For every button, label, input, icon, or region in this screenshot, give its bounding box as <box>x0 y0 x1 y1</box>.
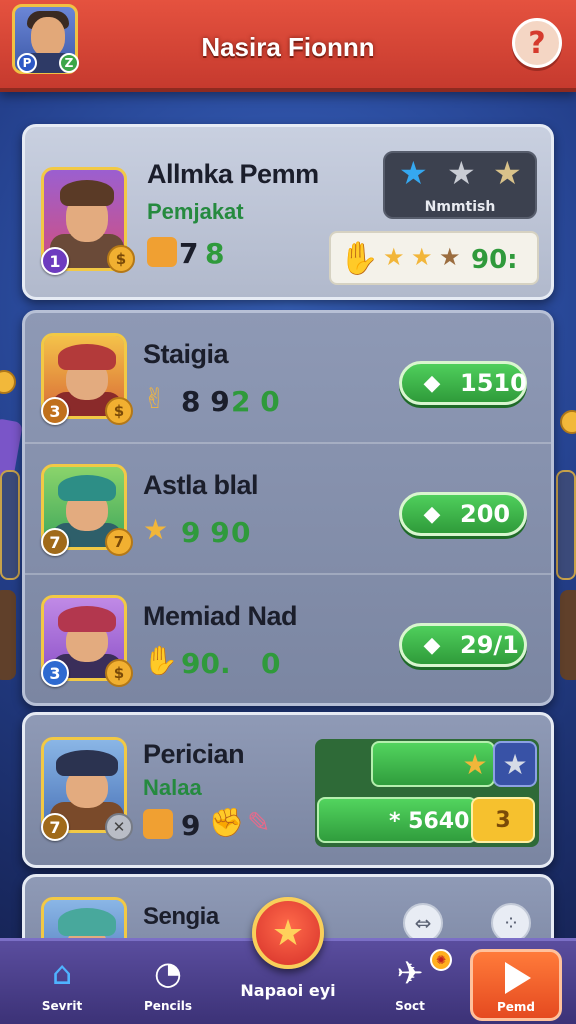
swap-icon[interactable]: ⇔ <box>403 903 443 943</box>
bottom-nav: ⌂ Sevrit ◔ Pencils ★ Napaoi eyi ✈ Soct ✺… <box>0 897 576 1024</box>
star-icon: ★ <box>271 912 305 954</box>
gift-button[interactable]: ◆ 29/1 <box>399 623 527 667</box>
player-name: Allmka Pemm <box>147 159 319 189</box>
player-name: Staigia <box>143 339 229 369</box>
star-icon: ★ <box>493 741 537 787</box>
diamond-icon: ◆ <box>423 501 441 527</box>
nav-label: Sevrit <box>41 999 83 1013</box>
star-icon: ★ <box>493 154 522 192</box>
score-value: 90: <box>471 245 518 275</box>
bar-value: * 5640 <box>389 809 470 834</box>
button-label: 200 <box>460 500 511 528</box>
featured-player-card[interactable]: 1 $ Allmka Pemm Pemjakat 7 8 ★ ★ ★ Nmmti… <box>22 124 554 300</box>
home-icon: ⌂ <box>51 954 73 992</box>
nav-home[interactable]: ⌂ Sevrit <box>22 941 102 1024</box>
decor-coin <box>0 370 16 394</box>
stat-value-green: 0 <box>261 647 281 680</box>
level-badge: 3 <box>41 659 69 687</box>
decor-chest <box>560 590 576 680</box>
nav-timer[interactable]: ◔ Pencils <box>128 941 208 1024</box>
page-title: Nasira Fionnn <box>201 32 375 62</box>
star-icon: ★ <box>143 513 169 546</box>
coin-badge[interactable]: 3 <box>471 797 535 843</box>
stat-value: 9 <box>181 809 201 842</box>
stat-value-green: 8 <box>205 237 225 270</box>
list-item[interactable]: 3 $ Staigia ✌ 8 9 2 0 ◆ 1510 <box>25 313 551 444</box>
help-button[interactable]: ? <box>512 18 562 68</box>
play-button[interactable]: Pemd <box>470 949 562 1021</box>
tools-icon: ✕ <box>105 813 133 841</box>
diamond-icon: ◆ <box>423 370 441 396</box>
list-item[interactable]: 7 7 Astla blal ★ 9 9 0 ◆ 200 <box>25 444 551 575</box>
stat-value: 7 <box>179 237 199 270</box>
player-name: Sengia <box>143 903 219 930</box>
player-name: Astla blal <box>143 470 259 500</box>
hand-icon: ✋ <box>143 644 178 677</box>
diamond-icon: ◆ <box>423 632 441 658</box>
decor-coin <box>560 410 576 434</box>
play-label: Pemd <box>496 1000 536 1014</box>
player-name: Perician <box>143 739 245 769</box>
rank-label: Nmmtish <box>424 199 496 215</box>
center-action-button[interactable]: ★ <box>252 897 324 969</box>
stat-value: 9 9 <box>181 516 230 549</box>
level-badge: 1 <box>41 247 69 275</box>
decor-machine <box>556 470 576 580</box>
palette-icon: ✎ <box>247 806 271 839</box>
timer-icon: ◔ <box>154 954 182 992</box>
decor-chest <box>0 590 16 680</box>
gift-button[interactable]: ◆ 200 <box>399 492 527 536</box>
player-subtitle: Nalaa <box>143 775 202 800</box>
level-badge: 7 <box>41 813 69 841</box>
stat-value-green: 0 <box>231 516 251 549</box>
stat-value: 90. <box>181 647 231 680</box>
star-icon: ★ <box>399 154 428 192</box>
nav-label: Soct <box>395 999 425 1013</box>
center-label: Napaoi eyi <box>240 981 336 1000</box>
star-icon: ★ <box>383 243 405 271</box>
hand-icon: ✊ <box>209 806 244 839</box>
player-card[interactable]: 7 ✕ Perician Nalaa 9 ✊ ✎ ★ ★ * 5640 3 <box>22 712 554 868</box>
gift-button[interactable]: ◆ 1510 <box>399 361 527 405</box>
top-bar: P Z Nasira Fionnn ? <box>0 0 576 92</box>
score-panel: ✋ ★ ★ ★ 90: <box>329 231 539 285</box>
hand-icon: ✋ <box>339 239 379 277</box>
coin-icon: $ <box>105 397 133 425</box>
star-icon: ★ <box>439 243 461 271</box>
player-subtitle: Pemjakat <box>147 199 244 224</box>
player-list: 3 $ Staigia ✌ 8 9 2 0 ◆ 1510 7 7 Astla b… <box>22 310 554 706</box>
notification-badge: ✺ <box>430 949 452 971</box>
progress-panel: ★ ★ * 5640 3 <box>315 739 539 847</box>
coin-icon <box>147 237 177 267</box>
level-badge: 7 <box>41 528 69 556</box>
decor-machine <box>0 470 20 580</box>
player-name: Memiad Nad <box>143 601 298 631</box>
star-icon: ★ <box>462 747 488 781</box>
coin-icon: $ <box>105 659 133 687</box>
play-icon <box>505 962 531 994</box>
nav-label: Pencils <box>144 999 192 1013</box>
coin-icon: 7 <box>105 528 133 556</box>
list-item[interactable]: 3 $ Memiad Nad ✋ 90. 0 ◆ 29/1 <box>25 575 551 706</box>
stat-value-green: 2 0 <box>231 385 280 418</box>
level-badge: 3 <box>41 397 69 425</box>
star-icon: ★ <box>447 154 476 192</box>
victory-hand-icon: ✌ <box>143 382 167 415</box>
star-icon: ★ <box>411 243 433 271</box>
plane-icon: ✈ <box>396 954 424 992</box>
coin-icon <box>143 809 173 839</box>
question-icon: ? <box>528 25 546 61</box>
rank-panel: ★ ★ ★ Nmmtish <box>383 151 537 219</box>
dice-icon[interactable]: ⁘ <box>491 903 531 943</box>
button-label: 1510 <box>460 369 527 397</box>
button-label: 29/1 <box>460 631 519 659</box>
coin-icon: $ <box>107 245 135 273</box>
stat-value: 8 9 <box>181 385 230 418</box>
